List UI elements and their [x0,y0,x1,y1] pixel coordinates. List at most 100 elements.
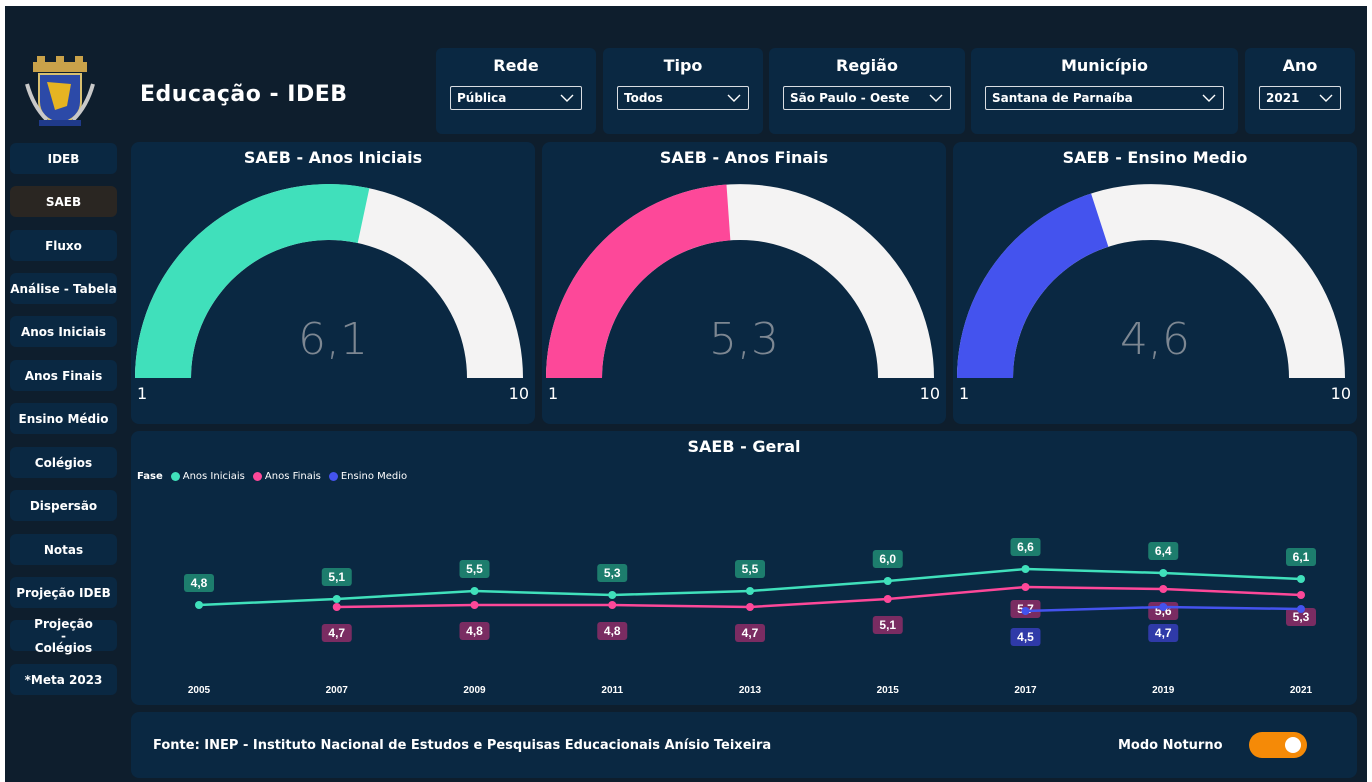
gauge-max-label: 10 [919,384,940,403]
data-point [1297,575,1305,583]
dropdown-value: Pública [457,91,507,105]
filter-label: Rede [493,56,539,75]
chevron-down-icon [727,94,741,102]
chevron-down-icon [1319,94,1333,102]
dropdown-value: Todos [624,91,663,105]
data-point [608,591,617,599]
filter-rede: Rede Pública [436,48,596,134]
gauge-ensino-medio [957,184,1345,378]
tipo-dropdown[interactable]: Todos [617,86,749,110]
x-tick-label: 2019 [1152,685,1175,696]
data-label: 5,5 [466,562,483,576]
regiao-dropdown[interactable]: São Paulo - Oeste [783,86,951,110]
filter-label: Região [836,56,898,75]
gauge-min-label: 1 [137,384,148,403]
x-tick-label: 2021 [1290,685,1313,696]
gauge-anos-iniciais [135,184,523,378]
data-point [195,601,203,609]
data-label: 4,7 [742,626,759,640]
nav-item-dispersao[interactable]: Dispersão [10,490,117,521]
data-point [1021,565,1030,573]
nav-item-colegios[interactable]: Colégios [10,447,117,478]
nav-label: Dispersão [29,498,98,513]
data-point [1159,585,1168,593]
nav-item-saeb[interactable]: SAEB [10,186,117,217]
x-tick-label: 2007 [326,685,349,696]
nav-label: Anos Iniciais [20,324,107,339]
ano-dropdown[interactable]: 2021 [1259,86,1341,110]
data-label: 6,6 [1017,540,1034,554]
data-label: 5,1 [328,570,345,584]
dropdown-value: Santana de Parnaíba [992,91,1133,105]
filter-regiao: Região São Paulo - Oeste [769,48,965,134]
x-tick-label: 2017 [1014,685,1037,696]
nav-item-analise-tabela[interactable]: Análise - Tabela [10,273,117,304]
data-label: 4,7 [328,626,345,640]
nav-label: Fluxo [45,238,82,253]
source-note: Fonte: INEP - Instituto Nacional de Estu… [153,738,772,753]
dropdown-value: 2021 [1266,91,1300,105]
data-point [1159,603,1168,611]
nav-label: *Meta 2023 [24,672,103,687]
nav-item-ensino-medio[interactable]: Ensino Médio [10,403,117,434]
filter-ano: Ano 2021 [1245,48,1355,134]
data-point [883,577,892,585]
gauge-anos-finais [546,184,934,378]
data-point [1021,607,1030,615]
nav-item-fluxo[interactable]: Fluxo [10,230,117,261]
x-tick-label: 2005 [188,685,211,696]
page-title: Educação - IDEB [140,82,348,107]
nav-label: IDEB [47,151,80,166]
nav-label: Colégios [34,455,93,470]
rede-dropdown[interactable]: Pública [450,86,582,110]
chevron-down-icon [929,94,943,102]
nav-label: Notas [43,542,84,557]
nav-item-projecao-colegios[interactable]: Projeção - Colégios [10,618,117,654]
chevron-down-icon [560,94,574,102]
data-point [1297,591,1305,599]
gauge-value: 6,1 [298,314,368,365]
data-point [746,603,754,611]
data-point [332,603,341,611]
data-label: 6,0 [879,552,896,566]
nav-item-anos-finais[interactable]: Anos Finais [10,360,117,391]
saeb-line-chart: 2005 2007 2009 2011 2013 2015 2017 2019 2021 4,8 5… [184,538,1316,696]
gauge-min-label: 1 [959,384,970,403]
data-label: 4,8 [604,624,621,638]
data-label: 4,7 [1155,626,1172,640]
data-label: 4,8 [191,576,208,590]
filter-municipio: Município Santana de Parnaíba [971,48,1238,134]
data-point [1021,583,1030,591]
filter-label: Município [1060,56,1149,75]
data-label: 6,1 [1293,550,1310,564]
gauge-max-label: 10 [508,384,529,403]
nav-item-ideb[interactable]: IDEB [10,143,117,174]
nav-item-projecao-ideb[interactable]: Projeção IDEB [10,577,117,608]
data-point [470,601,479,609]
dropdown-value: São Paulo - Oeste [790,91,910,105]
gauge-panel-anos-finais: SAEB - Anos Finais 5,3 1 10 [542,142,946,424]
nav-item-notas[interactable]: Notas [10,534,117,565]
data-label: 4,5 [1017,630,1034,644]
chevron-down-icon [1202,94,1216,102]
data-point [883,595,892,603]
x-tick-label: 2009 [463,685,486,696]
coat-of-arms-icon [25,56,95,126]
dark-mode-toggle[interactable] [1249,732,1307,758]
x-tick-label: 2013 [739,685,762,696]
nav-label: Análise - Tabela [10,281,117,296]
nav-item-meta-2023[interactable]: *Meta 2023 [10,664,117,695]
gauge-value: 5,3 [709,314,779,365]
data-label: 5,5 [742,562,759,576]
filter-label: Ano [1282,56,1318,75]
line-chart-panel: SAEB - Geral Fase Anos Iniciais Anos Fin… [131,431,1357,705]
nav-label: Ensino Médio [18,411,109,426]
nav-item-anos-iniciais[interactable]: Anos Iniciais [10,316,117,347]
data-point [470,587,479,595]
nav-label: Projeção IDEB [16,585,111,600]
gauge-max-label: 10 [1330,384,1351,403]
nav-label: SAEB [45,194,82,209]
filter-label: Tipo [663,56,703,75]
footer-panel: Fonte: INEP - Instituto Nacional de Estu… [131,712,1357,778]
municipio-dropdown[interactable]: Santana de Parnaíba [985,86,1224,110]
